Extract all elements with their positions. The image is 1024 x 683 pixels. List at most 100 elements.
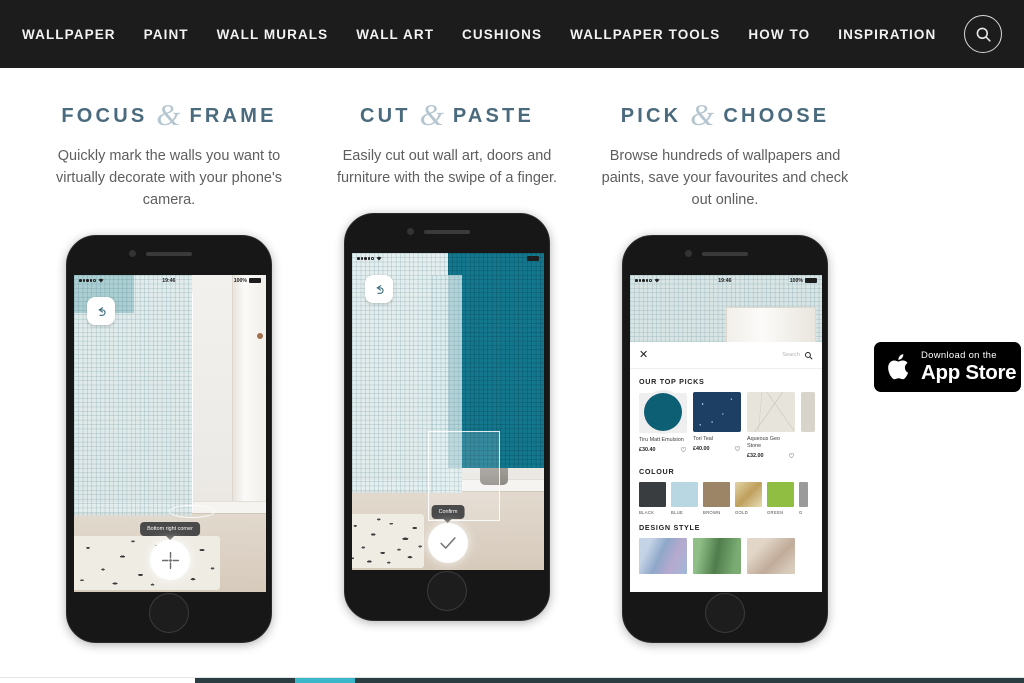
bottom-strip (0, 677, 1024, 683)
colour-option-gold[interactable]: GOLD (735, 482, 762, 515)
phone-speaker-1 (146, 252, 192, 257)
battery-percent-1: 100% (233, 277, 247, 284)
feature-title-2-left: CUT (359, 105, 411, 127)
phone-screen-3: 19:46 100% ✕ Search OUR TOP PICKS Tiru M… (630, 275, 822, 593)
confirm-button-2[interactable] (428, 523, 468, 564)
nav-item-wallpaper[interactable]: WALLPAPER (8, 27, 130, 42)
battery-percent-3: 100% (789, 277, 803, 284)
app-store-small-text: Download on the (921, 350, 997, 361)
feature-title-2-right: PASTE (452, 105, 535, 127)
design-style-thumb-2[interactable] (747, 538, 795, 575)
heart-favourite-icon-1[interactable] (734, 445, 741, 452)
status-right-1: 100% (234, 278, 261, 284)
colour-swatch-gold (735, 482, 762, 508)
colour-label-blue: BLUE (671, 510, 684, 516)
phone-screen-2: 19:46 Confirm (352, 253, 544, 571)
colour-swatch-brown (703, 482, 730, 508)
ampersand-icon-1: & (156, 97, 181, 132)
nav-item-cushions[interactable]: CUSHIONS (448, 27, 556, 42)
wifi-icon-1 (98, 278, 104, 283)
feature-title-3: PICK & CHOOSE (620, 97, 830, 132)
colour-label-brown: BROWN (703, 510, 721, 516)
phone-camera-icon-3 (685, 250, 692, 258)
status-time-3: 19:46 (718, 277, 732, 284)
feature-title-3-left: PICK (620, 105, 682, 127)
product-image-2 (747, 392, 795, 433)
panel-search-box[interactable]: Search (782, 351, 813, 360)
colour-option-partial[interactable]: G (799, 482, 808, 515)
feature-title-1: FOCUS & FRAME (61, 97, 277, 132)
product-image-1 (693, 392, 741, 433)
phone-status-bar-3: 19:46 100% (630, 275, 822, 286)
heart-favourite-icon-2[interactable] (788, 452, 795, 459)
feature-title-1-right: FRAME (189, 105, 277, 127)
colour-swatch-blue (671, 482, 698, 508)
product-price-2: £32.00 (747, 452, 764, 459)
crosshair-target-icon (161, 551, 179, 569)
colour-label-partial: G (799, 510, 803, 516)
nav-item-wall-art[interactable]: WALL ART (342, 27, 448, 42)
feature-title-3-right: CHOOSE (723, 105, 830, 127)
place-corner-button-1[interactable] (150, 540, 190, 581)
floor-anchor-marker-1 (169, 505, 215, 519)
wifi-icon-3 (654, 278, 660, 283)
nav-item-paint[interactable]: PAINT (130, 27, 203, 42)
colour-swatch-black (639, 482, 666, 508)
search-button[interactable] (964, 15, 1003, 53)
app-store-download-button[interactable]: Download on the App Store (874, 342, 1021, 392)
feature-description-3: Browse hundreds of wallpapers and paints… (601, 148, 849, 209)
feature-description-2: Easily cut out wall art, doors and furni… (336, 148, 558, 187)
phone-mockup-2: 19:46 Confirm (344, 213, 550, 622)
phone-home-button-1[interactable] (149, 593, 189, 634)
colour-option-black[interactable]: BLACK (639, 482, 666, 515)
phone-frame-2: 19:46 Confirm (344, 213, 550, 622)
status-left-1 (79, 278, 104, 283)
floor-rug-1 (74, 536, 220, 591)
ampersand-icon-3: & (690, 97, 715, 132)
apple-logo-icon (888, 354, 909, 380)
status-time-1: 19:46 (162, 277, 176, 284)
nav-item-how-to[interactable]: HOW TO (734, 27, 824, 42)
colour-option-blue[interactable]: BLUE (671, 482, 698, 515)
product-card-1[interactable]: Tori Teal £40.00 (693, 392, 741, 459)
colour-option-green[interactable]: GREEN (767, 482, 794, 515)
phone-home-button-2[interactable] (427, 571, 467, 612)
phone-camera-icon-1 (129, 250, 136, 258)
signal-strength-icon-3 (635, 279, 652, 282)
app-store-text: Download on the App Store (921, 350, 1017, 384)
product-name-0: Tiru Matt Emulsion (639, 437, 684, 444)
status-left-2 (357, 256, 382, 261)
nav-item-inspiration[interactable]: INSPIRATION (824, 27, 950, 42)
phone-screen-1: 19:46 100% Bottom right corner (74, 275, 266, 593)
close-x-icon[interactable]: ✕ (639, 349, 648, 361)
phone-mockup-1: 19:46 100% Bottom right corner (66, 235, 272, 644)
product-card-partial[interactable] (801, 392, 815, 459)
colour-filter-list: BLACK BLUE BROWN GOLD GREEN G (630, 482, 822, 515)
colour-option-brown[interactable]: BROWN (703, 482, 730, 515)
design-style-thumb-1[interactable] (693, 538, 741, 575)
product-browser-panel: ✕ Search OUR TOP PICKS Tiru Matt Emulsio… (630, 342, 822, 593)
phone-status-bar-1: 19:46 100% (74, 275, 266, 286)
status-right-3: 100% (790, 278, 817, 284)
undo-button-1[interactable] (87, 297, 115, 326)
ar-tooltip-1: Bottom right corner (140, 522, 200, 537)
nav-item-wallpaper-tools[interactable]: WALLPAPER TOOLS (556, 27, 734, 42)
product-card-0[interactable]: Tiru Matt Emulsion £30.40 (639, 392, 687, 459)
section-heading-colour: COLOUR (639, 467, 675, 477)
colour-swatch-green (767, 482, 794, 508)
feature-column-focus-frame: FOCUS & FRAME Quickly mark the walls you… (30, 97, 308, 658)
signal-strength-icon-1 (79, 279, 96, 282)
phone-home-button-3[interactable] (705, 593, 745, 634)
undo-button-2[interactable] (365, 275, 393, 304)
design-style-thumb-0[interactable] (639, 538, 687, 575)
product-card-2[interactable]: Aqueous Geo Stone £32.00 (747, 392, 795, 459)
heart-favourite-icon-0[interactable] (680, 446, 687, 453)
nav-item-wall-murals[interactable]: WALL MURALS (203, 27, 343, 42)
undo-arrow-icon (375, 284, 383, 294)
battery-icon-2 (527, 256, 539, 262)
phone-mockup-3: 19:46 100% ✕ Search OUR TOP PICKS Tiru M… (622, 235, 828, 644)
app-store-big-text: App Store (921, 360, 1017, 384)
product-price-row-2: £32.00 (747, 452, 795, 459)
undo-arrow-icon (97, 306, 105, 316)
door-frame-1 (232, 275, 266, 534)
